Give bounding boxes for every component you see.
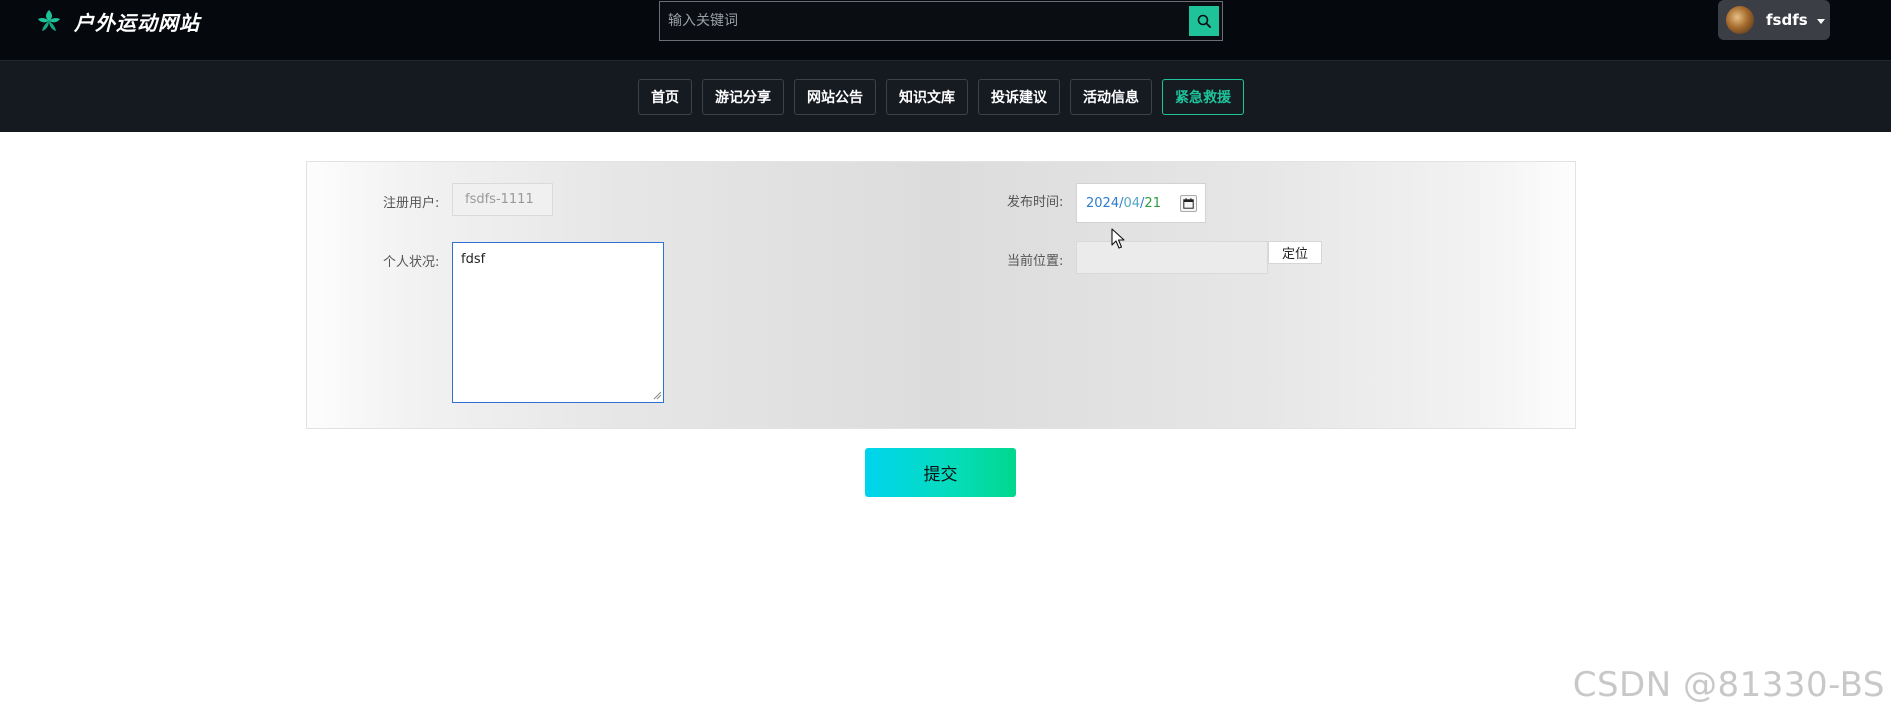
- search-input[interactable]: [660, 2, 1188, 40]
- user-name: fsdfs: [1766, 11, 1808, 29]
- submit-button[interactable]: 提交: [865, 448, 1016, 497]
- user-menu[interactable]: fsdfs: [1718, 0, 1830, 40]
- current-location-label: 当前位置:: [1007, 254, 1064, 269]
- resize-handle-icon[interactable]: [652, 390, 662, 400]
- current-location-field[interactable]: [1076, 241, 1268, 274]
- date-year: 2024: [1086, 195, 1120, 211]
- registered-user-field[interactable]: [452, 183, 553, 216]
- flower-leaf-icon: [38, 10, 60, 31]
- site-name: 户外运动网站: [74, 10, 200, 35]
- personal-status-textarea[interactable]: fdsf: [452, 242, 664, 403]
- caret-down-icon: [1816, 18, 1825, 24]
- publish-time-label: 发布时间:: [1007, 195, 1064, 210]
- locate-button[interactable]: 定位: [1268, 241, 1322, 264]
- date-input[interactable]: 2024/04/21: [1076, 183, 1206, 223]
- nav-item-emergency-rescue[interactable]: 紧急救援: [1162, 79, 1244, 115]
- rescue-form: 注册用户: 个人状况: fdsf 发布时间: 2024/04/21 当前位置: …: [306, 161, 1576, 429]
- personal-status-label: 个人状况:: [383, 255, 440, 270]
- search-icon: [1197, 14, 1211, 28]
- site-logo[interactable]: 户外运动网站: [36, 8, 200, 35]
- date-month: 04: [1123, 195, 1141, 211]
- nav-item-travel-share[interactable]: 游记分享: [702, 79, 784, 115]
- nav-item-announcements[interactable]: 网站公告: [794, 79, 876, 115]
- nav-item-activities[interactable]: 活动信息: [1070, 79, 1152, 115]
- nav-item-knowledge[interactable]: 知识文库: [886, 79, 968, 115]
- date-day: 21: [1144, 195, 1161, 211]
- top-header: 户外运动网站 fsdfs: [0, 0, 1891, 61]
- search-bar: [659, 1, 1223, 41]
- watermark: CSDN @81330-BS: [1572, 665, 1885, 705]
- nav-item-home[interactable]: 首页: [638, 79, 692, 115]
- calendar-icon: [1183, 198, 1194, 209]
- mouse-pointer-icon: [1111, 228, 1125, 249]
- calendar-button[interactable]: [1180, 195, 1197, 212]
- registered-user-label: 注册用户:: [383, 196, 440, 211]
- avatar: [1726, 6, 1754, 34]
- search-button[interactable]: [1189, 6, 1219, 36]
- main-nav: 首页 游记分享 网站公告 知识文库 投诉建议 活动信息 紧急救援: [0, 61, 1891, 132]
- nav-item-complaints[interactable]: 投诉建议: [978, 79, 1060, 115]
